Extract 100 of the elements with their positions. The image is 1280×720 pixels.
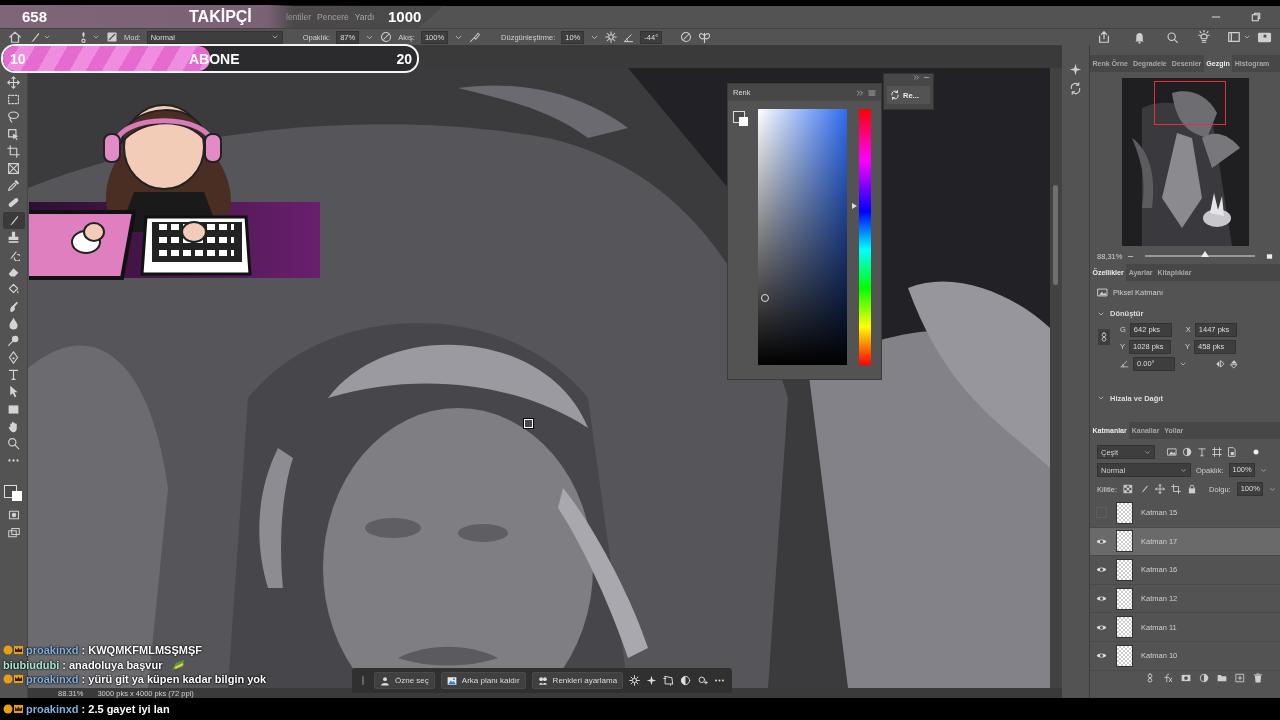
chat-username: proakinxd — [26, 702, 79, 715]
menu-item[interactable]: lentiler — [286, 12, 312, 22]
subscriber-goal: 20 — [396, 51, 412, 67]
restore-icon[interactable] — [1250, 11, 1262, 23]
bulb-icon[interactable] — [1197, 30, 1211, 44]
dot-icon[interactable] — [1251, 447, 1261, 457]
scrollbar-thumb[interactable] — [1053, 185, 1058, 285]
layer-thumbnail — [1116, 530, 1133, 553]
color-field[interactable] — [758, 109, 847, 365]
gear-plus-icon[interactable] — [697, 675, 709, 686]
chevron-icon — [270, 33, 279, 41]
crop-frame-icon[interactable] — [663, 675, 675, 686]
eyedropper-icon — [7, 179, 20, 193]
bucket-icon — [7, 282, 20, 296]
hue-slider-arrow[interactable] — [852, 203, 857, 210]
type-icon — [7, 368, 20, 382]
angle-icon[interactable] — [623, 31, 635, 43]
flip-vertical-icon[interactable] — [1229, 358, 1239, 369]
menu-item[interactable]: Pencere — [317, 12, 349, 22]
stamp-icon — [7, 230, 20, 244]
trash-icon[interactable] — [1253, 672, 1263, 683]
link-icon — [1099, 332, 1109, 342]
menu-item[interactable]: Yardı — [354, 12, 375, 22]
image-layer-icon — [1097, 286, 1108, 298]
color-dots-icon — [537, 675, 548, 686]
type-icon[interactable] — [1197, 447, 1207, 457]
follower-count: 658 — [22, 8, 48, 25]
contrast-icon[interactable] — [680, 675, 692, 686]
smudge-icon — [7, 299, 20, 313]
eraser-icon — [7, 265, 20, 279]
gear-icon[interactable] — [605, 31, 618, 43]
image-layer-icon[interactable] — [1167, 447, 1177, 457]
checker-icon[interactable] — [1123, 484, 1133, 494]
rotate-arrows-icon[interactable] — [1069, 82, 1082, 95]
pressure-icon[interactable] — [380, 31, 393, 43]
flip-horizontal-icon[interactable] — [1215, 358, 1225, 369]
background-color-swatch[interactable] — [11, 491, 22, 502]
share-icon[interactable] — [1097, 30, 1111, 44]
follower-goal: 1000 — [388, 8, 422, 25]
quick-mask-icon[interactable] — [7, 509, 20, 522]
person-icon — [380, 675, 390, 686]
layer-thumbnail — [1116, 587, 1133, 610]
search-icon[interactable] — [1166, 30, 1179, 44]
airbrush-icon[interactable] — [469, 31, 482, 43]
brush-icon[interactable] — [1139, 484, 1149, 494]
gear-icon[interactable] — [629, 675, 641, 686]
hand-icon — [7, 419, 20, 433]
view-frame[interactable] — [1154, 81, 1226, 125]
new-layer-icon[interactable] — [1235, 672, 1245, 683]
layer-thumbnail — [1116, 616, 1133, 639]
fx-icon[interactable] — [1163, 672, 1173, 683]
double-chevron-icon[interactable] — [913, 74, 920, 81]
chat-username: biubiudubi — [3, 658, 60, 671]
chat-message: : yürü git ya küpen kadar bilgin yok — [81, 673, 267, 686]
sparkle-icon[interactable] — [1069, 63, 1082, 76]
background-color-swatch[interactable] — [739, 117, 748, 126]
lock-icon[interactable] — [1187, 484, 1197, 494]
chevron-icon — [1180, 466, 1187, 474]
smart-object-icon[interactable] — [1227, 447, 1237, 457]
object-select-icon — [7, 127, 20, 141]
chat-username: proakinxd — [26, 644, 79, 657]
tool-button[interactable] — [2, 211, 25, 229]
follower-label: TAKİPÇİ — [189, 7, 252, 26]
move-icon[interactable] — [1155, 484, 1165, 494]
adjust-icon[interactable] — [1182, 447, 1192, 457]
caret-icon[interactable] — [43, 33, 51, 41]
task-button[interactable]: Arka planı kaldır — [440, 672, 526, 689]
chat-message: : 2.5 gayet iyi lan — [81, 702, 170, 715]
layout-icon[interactable] — [1227, 30, 1241, 44]
chevron-icon — [1144, 448, 1151, 456]
chevron-icon[interactable] — [1097, 394, 1105, 402]
link-icon[interactable] — [1145, 672, 1155, 683]
screen-mode-icon[interactable] — [7, 527, 20, 540]
zoom-slider-thumb[interactable] — [1200, 251, 1209, 257]
crop-icon[interactable] — [1171, 484, 1181, 494]
mask-icon[interactable] — [1181, 672, 1191, 683]
link-button[interactable] — [1098, 329, 1110, 345]
task-button[interactable]: Özne seç — [374, 672, 435, 689]
rotate-arrows-icon — [890, 90, 900, 100]
artboard-icon[interactable] — [1212, 447, 1222, 457]
subscriber-start: 10 — [10, 51, 26, 67]
crop-icon — [7, 144, 20, 158]
folder-icon[interactable] — [1217, 672, 1227, 683]
bell-icon[interactable] — [1133, 30, 1146, 44]
symmetry-icon[interactable] — [698, 30, 712, 44]
minimize-icon[interactable] — [923, 74, 930, 81]
adjust-icon[interactable] — [1199, 672, 1209, 683]
brush-cursor — [524, 419, 533, 428]
task-button[interactable]: Renkleri ayarlama — [531, 672, 624, 689]
toggle-icon[interactable] — [106, 31, 118, 43]
sparkle-icon[interactable] — [646, 675, 658, 686]
layer-thumbnail — [1116, 501, 1133, 524]
home-icon[interactable] — [8, 30, 22, 44]
chat-message: : anadoluya başvur — [62, 658, 163, 671]
move-icon — [7, 76, 20, 90]
caret-icon[interactable] — [1243, 33, 1251, 41]
pen-icon — [7, 351, 20, 365]
image-icon — [446, 675, 457, 686]
caret-icon[interactable] — [92, 33, 100, 41]
pressure-icon[interactable] — [680, 31, 693, 43]
